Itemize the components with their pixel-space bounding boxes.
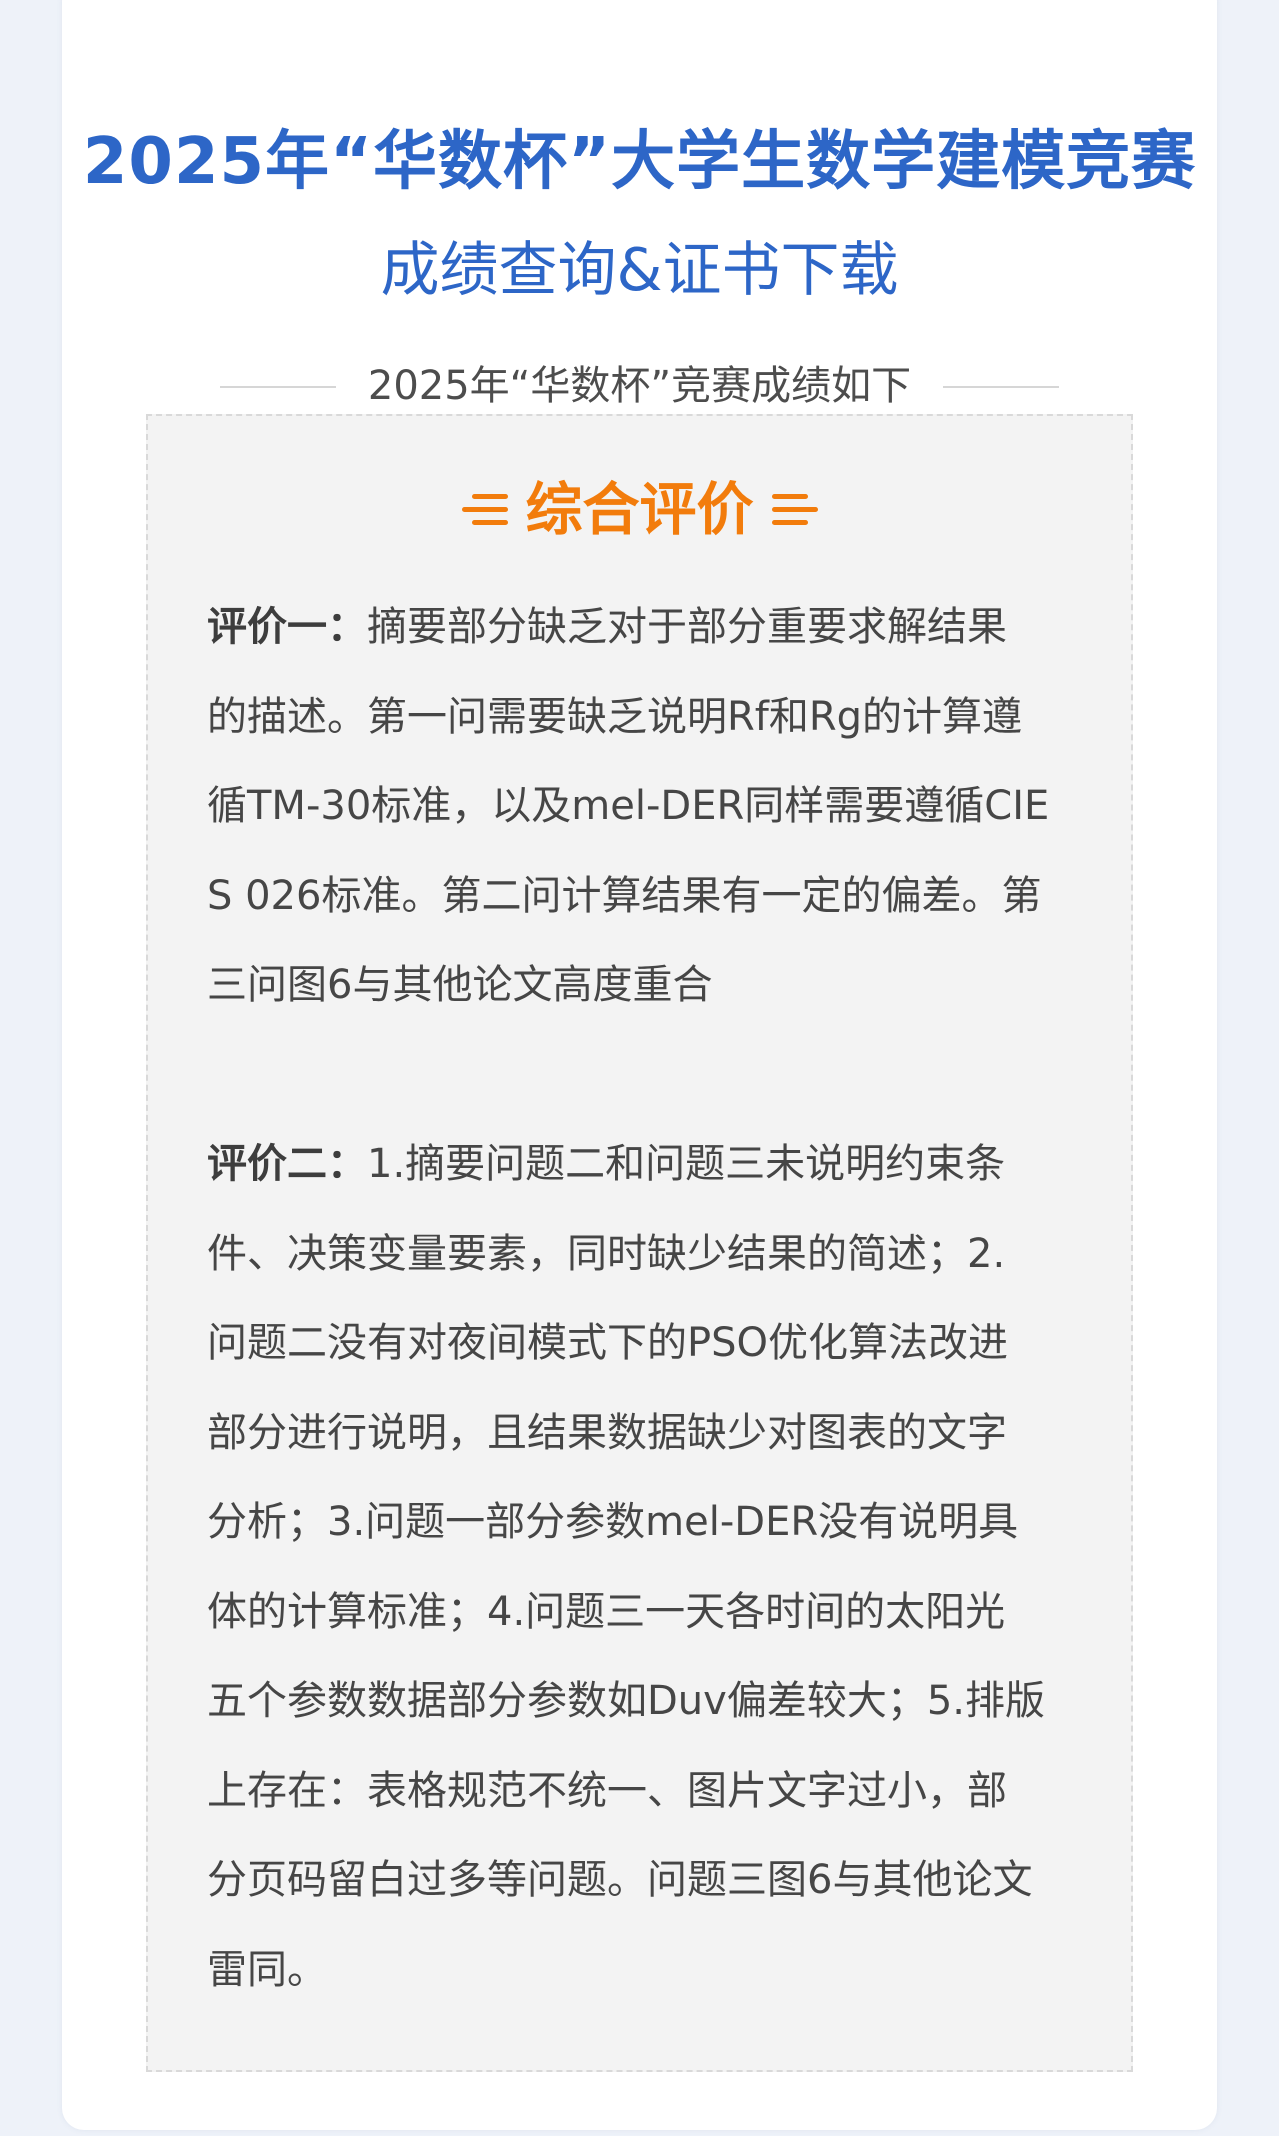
comment-line: 上存在：表格规范不统一、图片文字过小，部: [207, 1767, 1007, 1814]
comment-line: S 026标准。第二问计算结果有一定的偏差。第: [207, 872, 1042, 919]
comment-line: 评价二：1.摘要问题二和问题三未说明约束条: [207, 1120, 1077, 1210]
comment-line: 三问图6与其他论文高度重合: [207, 962, 713, 1008]
comment-line: 分析；3.问题一部分参数mel-DER没有说明具: [207, 1499, 1019, 1545]
page-title: 2025年“华数杯”大学生数学建模竞赛: [82, 125, 1197, 199]
comment-label: 评价二：: [207, 1141, 367, 1187]
comment-line: 分页码留白过多等问题。问题三图6与其他论文: [207, 1857, 1033, 1903]
page-subtitle: 成绩查询&证书下载: [380, 235, 899, 304]
evaluation-comment-2: 评价二：1.摘要问题二和问题三未说明约束条 件、决策变量要素，同时缺少结果的简述…: [207, 1120, 1077, 2015]
triple-bar-right-icon: [771, 494, 818, 525]
comment-line: 雷同。: [207, 1946, 327, 1993]
comment-line: 的描述。第一问需要缺乏说明Rf和Rg的计算遵: [207, 693, 1023, 740]
comment-line: 件、决策变量要素，同时缺少结果的简述；2.: [207, 1230, 1006, 1277]
evaluation-heading: 综合评价: [0, 470, 1279, 550]
section-caption: 2025年“华数杯”竞赛成绩如下: [367, 363, 912, 409]
comment-text: 摘要部分缺乏对于部分重要求解结果: [367, 604, 1007, 650]
triple-bar-left-icon: [461, 494, 508, 525]
comment-line: 体的计算标准；4.问题三一天各时间的太阳光: [207, 1588, 1006, 1635]
evaluation-heading-text: 综合评价: [525, 477, 754, 543]
section-caption-row: 2025年“华数杯”竞赛成绩如下: [0, 361, 1279, 411]
comment-line: 问题二没有对夜间模式下的PSO优化算法改进: [207, 1320, 1008, 1366]
comment-label: 评价一：: [207, 604, 367, 650]
comment-line: 循TM-30标准，以及mel-DER同样需要遵循CIE: [207, 783, 1050, 829]
comment-text: 1.摘要问题二和问题三未说明约束条: [367, 1141, 1006, 1187]
divider-line-right: [943, 386, 1059, 388]
comment-line: 部分进行说明，且结果数据缺少对图表的文字: [207, 1409, 1007, 1456]
comment-line: 评价一：摘要部分缺乏对于部分重要求解结果: [207, 583, 1077, 673]
evaluation-comment-1: 评价一：摘要部分缺乏对于部分重要求解结果 的描述。第一问需要缺乏说明Rf和Rg的…: [207, 583, 1077, 1031]
comment-line: 五个参数数据部分参数如Duv偏差较大；5.排版: [207, 1678, 1045, 1724]
